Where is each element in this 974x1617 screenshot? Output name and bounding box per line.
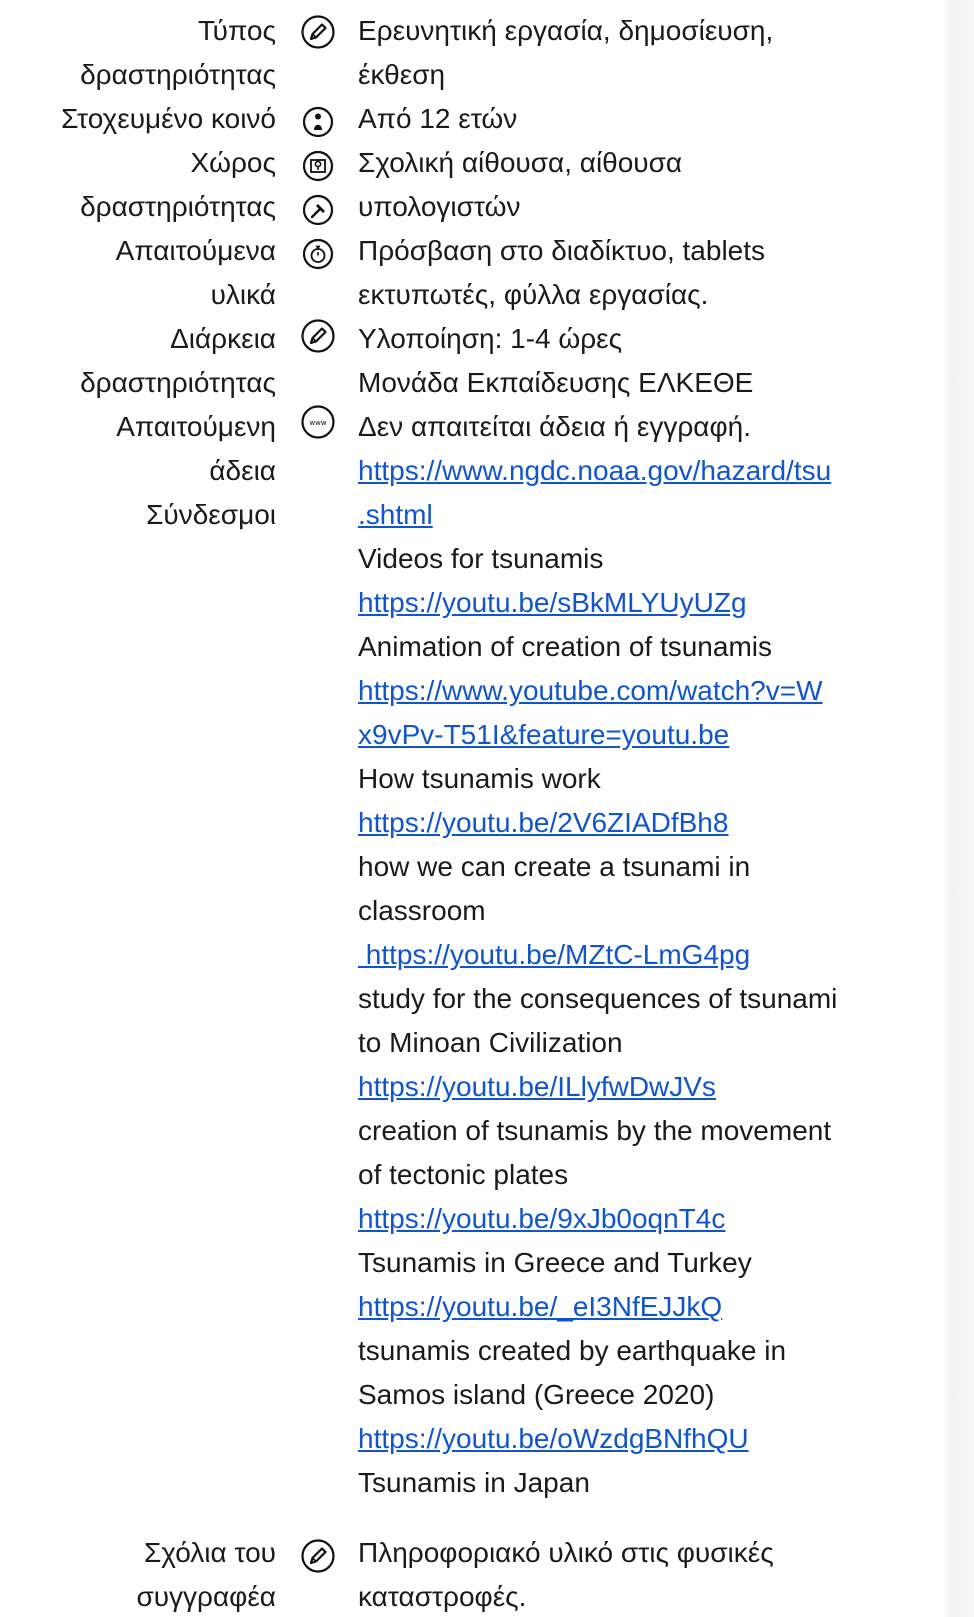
video-link[interactable]: https://www.youtube.com/watch?v=W [358,672,823,710]
link-description: tsunamis created by earthquake in [358,1335,787,1366]
activity-type-label: Τύπος [198,15,276,46]
author-comments-value: Πληροφοριακό υλικό στις φυσικές [358,1537,774,1568]
video-link[interactable]: https://youtu.be/9xJb0oqnT4c [358,1200,725,1238]
duration-label: Διάρκεια [170,323,276,354]
video-link[interactable]: https://youtu.be/sBkMLYUyUZg [358,584,747,622]
duration-value-cont: Μονάδα Εκπαίδευσης ΕΛΚΕΘΕ [358,367,754,398]
venue-value-cont: υπολογιστών [358,191,521,222]
materials-label: Απαιτούμενα [115,235,276,266]
materials-label-cont: υλικά [210,279,276,310]
video-link[interactable]: https://youtu.be/ILlyfwDwJVs [358,1068,716,1106]
author-comments-label: Σχόλια του [143,1537,276,1568]
activity-type-value: Ερευνητική εργασία, δημοσίευση, [358,15,774,46]
link-description: Animation of creation of tsunamis [358,631,772,662]
permission-value: Δεν απαιτείται άδεια ή εγγραφή. [358,411,751,442]
noaa-link[interactable]: https://www.ngdc.noaa.gov/hazard/tsu [358,452,831,490]
video-link[interactable]: https://youtu.be/MZtC-LmG4pg [358,936,750,974]
permission-label-cont: άδεια [209,455,276,486]
audience-label: Στοχευμένο κοινό [61,103,276,134]
materials-value-cont: εκτυπωτές, φύλλα εργασίας. [358,279,709,310]
link-description: how we can create a tsunami in [358,851,751,882]
video-link-cont[interactable]: x9vPv-T51I&feature=youtu.be [358,716,729,754]
link-description-cont: Samos island (Greece 2020) [358,1379,715,1410]
svg-text:www: www [309,419,326,427]
author-comments-value-cont: καταστροφές. [358,1581,527,1612]
link-description: Tsunamis in Greece and Turkey [358,1247,752,1278]
author-comments-label-cont: συγγραφέα [136,1581,276,1612]
link-description: Tsunamis in Japan [358,1467,590,1498]
link-description: study for the consequences of tsunami [358,983,838,1014]
duration-value: Υλοποίηση: 1-4 ώρες [358,323,623,354]
video-link[interactable]: https://youtu.be/2V6ZIADfBh8 [358,804,728,842]
stopwatch-icon [300,236,336,272]
venue-label: Χώρος [190,147,276,178]
venue-label-cont: δραστηριότητας [80,191,276,222]
activity-type-value-cont: έκθεση [358,59,446,90]
link-description: How tsunamis work [358,763,601,794]
page-edge [944,0,974,1617]
link-description: Videos for tsunamis [358,543,604,574]
link-description-cont: of tectonic plates [358,1159,569,1190]
permission-label: Απαιτούμενη [116,411,276,442]
video-link[interactable]: https://youtu.be/oWzdgBNfhQU [358,1420,749,1458]
www-icon: www [300,404,336,440]
person-icon [300,104,336,140]
audience-value: Από 12 ετών [358,103,518,134]
link-description: creation of tsunamis by the movement [358,1115,832,1146]
hammer-icon [300,192,336,228]
venue-value: Σχολική αίθουσα, αίθουσα [358,147,683,178]
link-description-cont: to Minoan Civilization [358,1027,623,1058]
pencil-icon [300,1538,336,1574]
links-label: Σύνδεσμοι [146,499,276,530]
link-description-cont: classroom [358,895,486,926]
video-link[interactable]: https://youtu.be/_eI3NfEJJkQ [358,1288,722,1326]
map-pin-icon [300,148,336,184]
pencil-icon [300,318,336,354]
pencil-icon [300,14,336,50]
noaa-link-cont[interactable]: .shtml [358,496,433,534]
materials-value: Πρόσβαση στο διαδίκτυο, tablets [358,235,766,266]
activity-type-label-cont: δραστηριότητας [80,59,276,90]
duration-label-cont: δραστηριότητας [80,367,276,398]
